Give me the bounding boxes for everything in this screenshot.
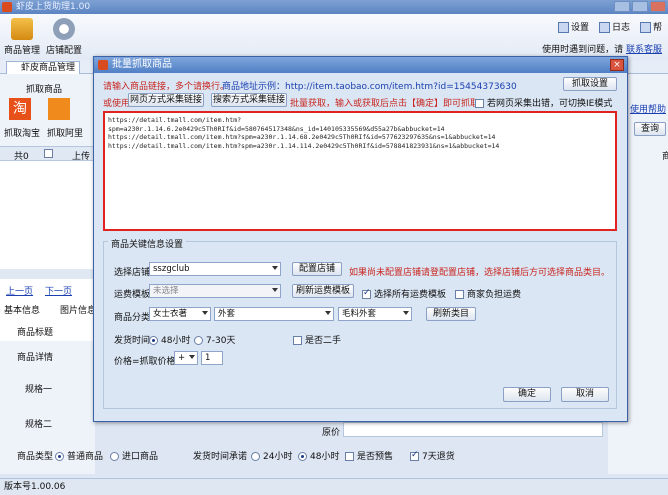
hint-url-example: 商品地址示例：http://item.taobao.com/item.htm?i… <box>222 82 517 92</box>
fetch-taobao-label[interactable]: 抓取淘宝 <box>4 126 40 139</box>
spec1-label: 规格一 <box>25 385 53 395</box>
minimize-button[interactable] <box>614 1 630 12</box>
original-price-field[interactable] <box>343 422 603 437</box>
dialog-icon <box>98 60 108 70</box>
settings-link[interactable]: 设置 <box>557 20 589 33</box>
next-page-link[interactable]: 下一页 <box>45 284 72 297</box>
horizontal-scrollbar[interactable] <box>0 269 95 279</box>
prev-page-link[interactable]: 上一页 <box>6 284 33 297</box>
category-level3-select[interactable]: 毛料外套 <box>338 307 412 321</box>
select-shop-label: 选择店铺 <box>114 268 151 278</box>
log-link[interactable]: 日志 <box>598 20 630 33</box>
return-7day-checkbox[interactable]: 7天退货 <box>410 449 455 462</box>
refresh-freight-button[interactable]: 刷新运费模板 <box>292 284 354 298</box>
gear-icon <box>53 18 75 40</box>
cart-icon <box>11 18 33 40</box>
help-link[interactable]: 帮 <box>639 20 662 33</box>
top-right-menu: 设置 日志 帮 <box>557 20 662 33</box>
product-title-label: 商品标题 <box>17 328 54 338</box>
help-icon <box>639 22 651 33</box>
ok-button[interactable]: 确定 <box>503 387 551 402</box>
merchant-pay-checkbox[interactable]: 商家负担运费 <box>455 287 521 300</box>
query-button[interactable]: 查询 <box>634 122 666 136</box>
category-level2-select[interactable]: 外套 <box>214 307 334 321</box>
price-operator-select[interactable]: + <box>174 351 198 365</box>
hint-input-links: 请输入商品链接，多个请换行。 <box>103 82 230 92</box>
category-label: 商品分类 <box>114 313 151 323</box>
price-factor-input[interactable]: 1 <box>201 351 223 365</box>
web-mode-button[interactable]: 网页方式采集链接 <box>128 93 204 107</box>
contact-support-link[interactable]: 联系客服 <box>626 45 662 55</box>
search-mode-button[interactable]: 搜索方式采集链接 <box>211 93 287 107</box>
ie-mode-checkbox[interactable]: 若网页采集出错，可切换IE模式 <box>475 96 612 109</box>
fetch-section-title: 抓取商品 <box>26 85 63 95</box>
spec2-label: 规格二 <box>25 420 53 430</box>
app-title: 虾皮上货助理1.00 <box>16 2 91 12</box>
settings-icon <box>557 22 569 33</box>
maximize-button[interactable] <box>632 1 648 12</box>
import-product-radio[interactable]: 进口商品 <box>110 449 158 462</box>
product-type-label: 商品类型 <box>17 452 54 462</box>
image-info-tab[interactable]: 图片信息 <box>60 303 96 316</box>
hint-confirm: 批量获取，输入或获取后点击【确定】即可抓取。 <box>290 99 489 109</box>
fetch-alibaba-label[interactable]: 抓取阿里 <box>47 126 83 139</box>
or-use-label: 或使用 <box>103 99 131 109</box>
list-header: 共0 上传 <box>0 146 95 162</box>
shop-select[interactable]: sszgclub <box>149 262 281 276</box>
left-panel: 抓取商品 淘 抓取淘宝 抓取阿里 共0 上传 上一页 下一页 基本信息 图片信息… <box>0 74 96 474</box>
price-formula-label: 价格=抓取价格 <box>114 357 176 367</box>
log-icon <box>598 22 610 33</box>
chevron-down-icon <box>272 266 278 270</box>
category-level1-select[interactable]: 女士衣著 <box>149 307 211 321</box>
status-bar: 版本号1.00.06 <box>0 478 668 495</box>
taobao-icon[interactable]: 淘 <box>9 98 31 120</box>
ship-24h-radio[interactable]: 24小时 <box>251 449 292 462</box>
dialog-titlebar: 批量抓取商品 <box>94 57 627 73</box>
group-title: 商品关键信息设置 <box>108 237 187 250</box>
ship-48h-radio[interactable]: 48小时 <box>298 449 339 462</box>
batch-fetch-dialog: 批量抓取商品 × 请输入商品链接，多个请换行。 商品地址示例：http://it… <box>93 56 628 422</box>
shop-config-button[interactable]: 店铺配置 <box>46 18 82 56</box>
product-detail-label: 商品详情 <box>17 353 54 363</box>
shop-hint: 如果尚未配置店铺请登配置店铺，选择店铺后方可选择商品类目。 <box>349 268 611 278</box>
product-mgmt-button[interactable]: 商品管理 <box>4 18 40 56</box>
bottom-options: 商品类型 普通商品 进口商品 发货时间承诺 24小时 48小时 是否预售 7天退… <box>0 444 668 466</box>
tab-product-mgmt[interactable]: 虾皮商品管理 <box>6 61 81 74</box>
cancel-button[interactable]: 取消 <box>561 387 609 402</box>
dialog-title: 批量抓取商品 <box>112 59 172 70</box>
window-controls <box>614 1 666 12</box>
chevron-down-icon <box>272 288 278 292</box>
second-hand-checkbox[interactable]: 是否二手 <box>293 333 341 346</box>
select-all-checkbox[interactable] <box>44 149 53 158</box>
config-shop-button[interactable]: 配置店铺 <box>292 262 342 276</box>
dialog-close-button[interactable]: × <box>610 59 624 71</box>
fetch-settings-button[interactable]: 抓取设置 <box>563 77 617 91</box>
chevron-down-icon <box>403 311 409 315</box>
select-all-freight-checkbox[interactable]: 选择所有运费模板 <box>362 287 446 300</box>
support-line: 使用时遇到问题，请 联系客服 <box>542 45 662 55</box>
original-price-label: 原价 <box>322 428 341 438</box>
usage-help-link[interactable]: 使用帮助 <box>630 102 666 115</box>
key-info-group: 商品关键信息设置 选择店铺 sszgclub 配置店铺 如果尚未配置店铺请登配置… <box>103 237 617 409</box>
ship-time-label: 发货时间 <box>114 336 151 346</box>
normal-product-radio[interactable]: 普通商品 <box>55 449 103 462</box>
presale-checkbox[interactable]: 是否预售 <box>345 449 393 462</box>
ship-7-30d-option[interactable]: 7-30天 <box>194 333 235 346</box>
freight-template-select[interactable]: 未选择 <box>149 284 281 298</box>
version-text: 版本号1.00.06 <box>4 482 66 492</box>
basic-info-tab[interactable]: 基本信息 <box>4 303 40 316</box>
close-window-button[interactable] <box>650 1 666 12</box>
chevron-down-icon <box>325 311 331 315</box>
app-titlebar: 虾皮上货助理1.00 <box>0 0 668 14</box>
links-textarea[interactable]: https://detail.tmall.com/item.htm? spm=a… <box>103 111 617 231</box>
freight-template-label: 运费模板 <box>114 290 151 300</box>
chevron-down-icon <box>189 355 195 359</box>
ship-48h-option[interactable]: 48小时 <box>149 333 190 346</box>
alibaba-icon[interactable] <box>48 98 70 120</box>
ship-promise-label: 发货时间承诺 <box>193 452 248 462</box>
refresh-category-button[interactable]: 刷新类目 <box>426 307 476 321</box>
chevron-down-icon <box>202 311 208 315</box>
app-logo-icon <box>2 2 12 12</box>
column-header: 商 <box>662 152 668 162</box>
